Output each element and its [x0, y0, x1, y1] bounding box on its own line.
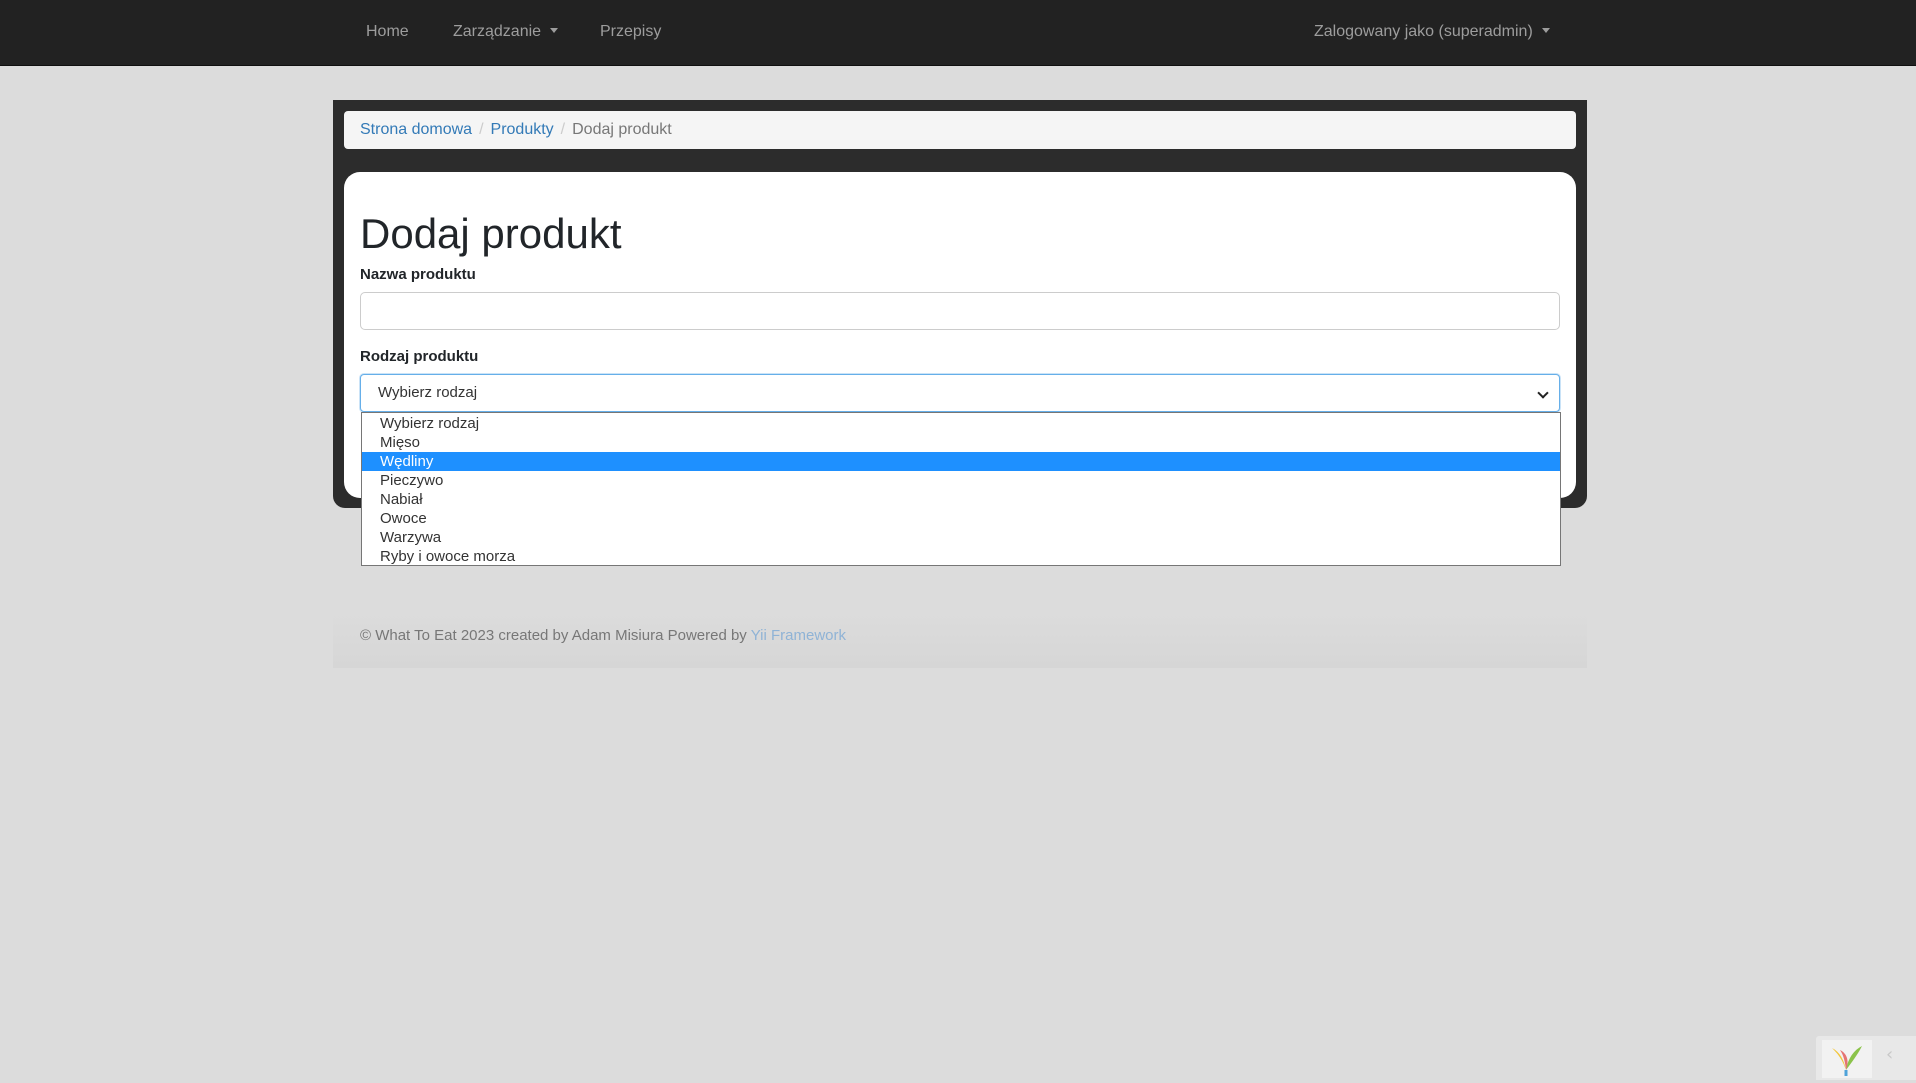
- breadcrumb: Strona domowa / Produkty / Dodaj produkt: [344, 111, 1576, 149]
- nav-item-management-dropdown[interactable]: Zarządzanie: [453, 0, 559, 71]
- chevron-left-icon[interactable]: ‹: [1886, 1044, 1893, 1065]
- page-title: Dodaj produkt: [360, 210, 622, 257]
- breadcrumb-link-products[interactable]: Produkty: [491, 121, 554, 138]
- select-option[interactable]: Owoce: [362, 509, 1560, 528]
- nav-item-label: Home: [366, 23, 409, 40]
- product-type-label: Rodzaj produktu: [360, 348, 479, 365]
- select-value: Wybierz rodzaj: [378, 384, 478, 401]
- select-option[interactable]: Ryby i owoce morza: [362, 547, 1560, 566]
- breadcrumb-separator: /: [479, 121, 484, 138]
- product-name-input[interactable]: [360, 292, 1560, 330]
- select-option[interactable]: Mięso: [362, 433, 1560, 452]
- chevron-down-icon: [1537, 387, 1549, 399]
- footer-text: © What To Eat 2023 created by Adam Misiu…: [360, 627, 751, 644]
- user-menu-dropdown[interactable]: Zalogowany jako (superadmin): [1314, 0, 1550, 71]
- select-option[interactable]: Warzywa: [362, 528, 1560, 547]
- breadcrumb-current: Dodaj produkt: [572, 121, 672, 138]
- nav-item-label: Przepisy: [600, 23, 662, 40]
- product-name-label: Nazwa produktu: [360, 266, 476, 283]
- select-option-highlighted[interactable]: Wędliny: [362, 452, 1560, 471]
- footer-yii-link[interactable]: Yii Framework: [751, 627, 846, 644]
- caret-down-icon: [550, 28, 559, 33]
- breadcrumb-link-home[interactable]: Strona domowa: [360, 121, 472, 138]
- debug-toolbar: ‹: [1816, 1036, 1916, 1080]
- top-navbar: Home Zarządzanie Przepisy Zalogowany jak…: [0, 0, 1916, 66]
- select-option[interactable]: Pieczywo: [362, 471, 1560, 490]
- nav-item-label: Zarządzanie: [453, 23, 542, 40]
- product-type-options-list: Wybierz rodzaj Mięso Wędliny Pieczywo Na…: [361, 412, 1561, 566]
- select-option[interactable]: Wybierz rodzaj: [362, 414, 1560, 433]
- breadcrumb-separator: /: [560, 121, 566, 138]
- caret-down-icon: [1541, 28, 1550, 33]
- nav-item-home[interactable]: Home: [366, 0, 409, 71]
- product-type-select[interactable]: Wybierz rodzaj: [360, 374, 1560, 412]
- nav-item-recipes[interactable]: Przepisy: [600, 0, 661, 71]
- user-menu-label: Zalogowany jako (superadmin): [1314, 23, 1533, 40]
- select-option[interactable]: Nabiał: [362, 490, 1560, 509]
- footer: © What To Eat 2023 created by Adam Misiu…: [333, 612, 1587, 668]
- yii-logo-icon[interactable]: [1822, 1040, 1872, 1078]
